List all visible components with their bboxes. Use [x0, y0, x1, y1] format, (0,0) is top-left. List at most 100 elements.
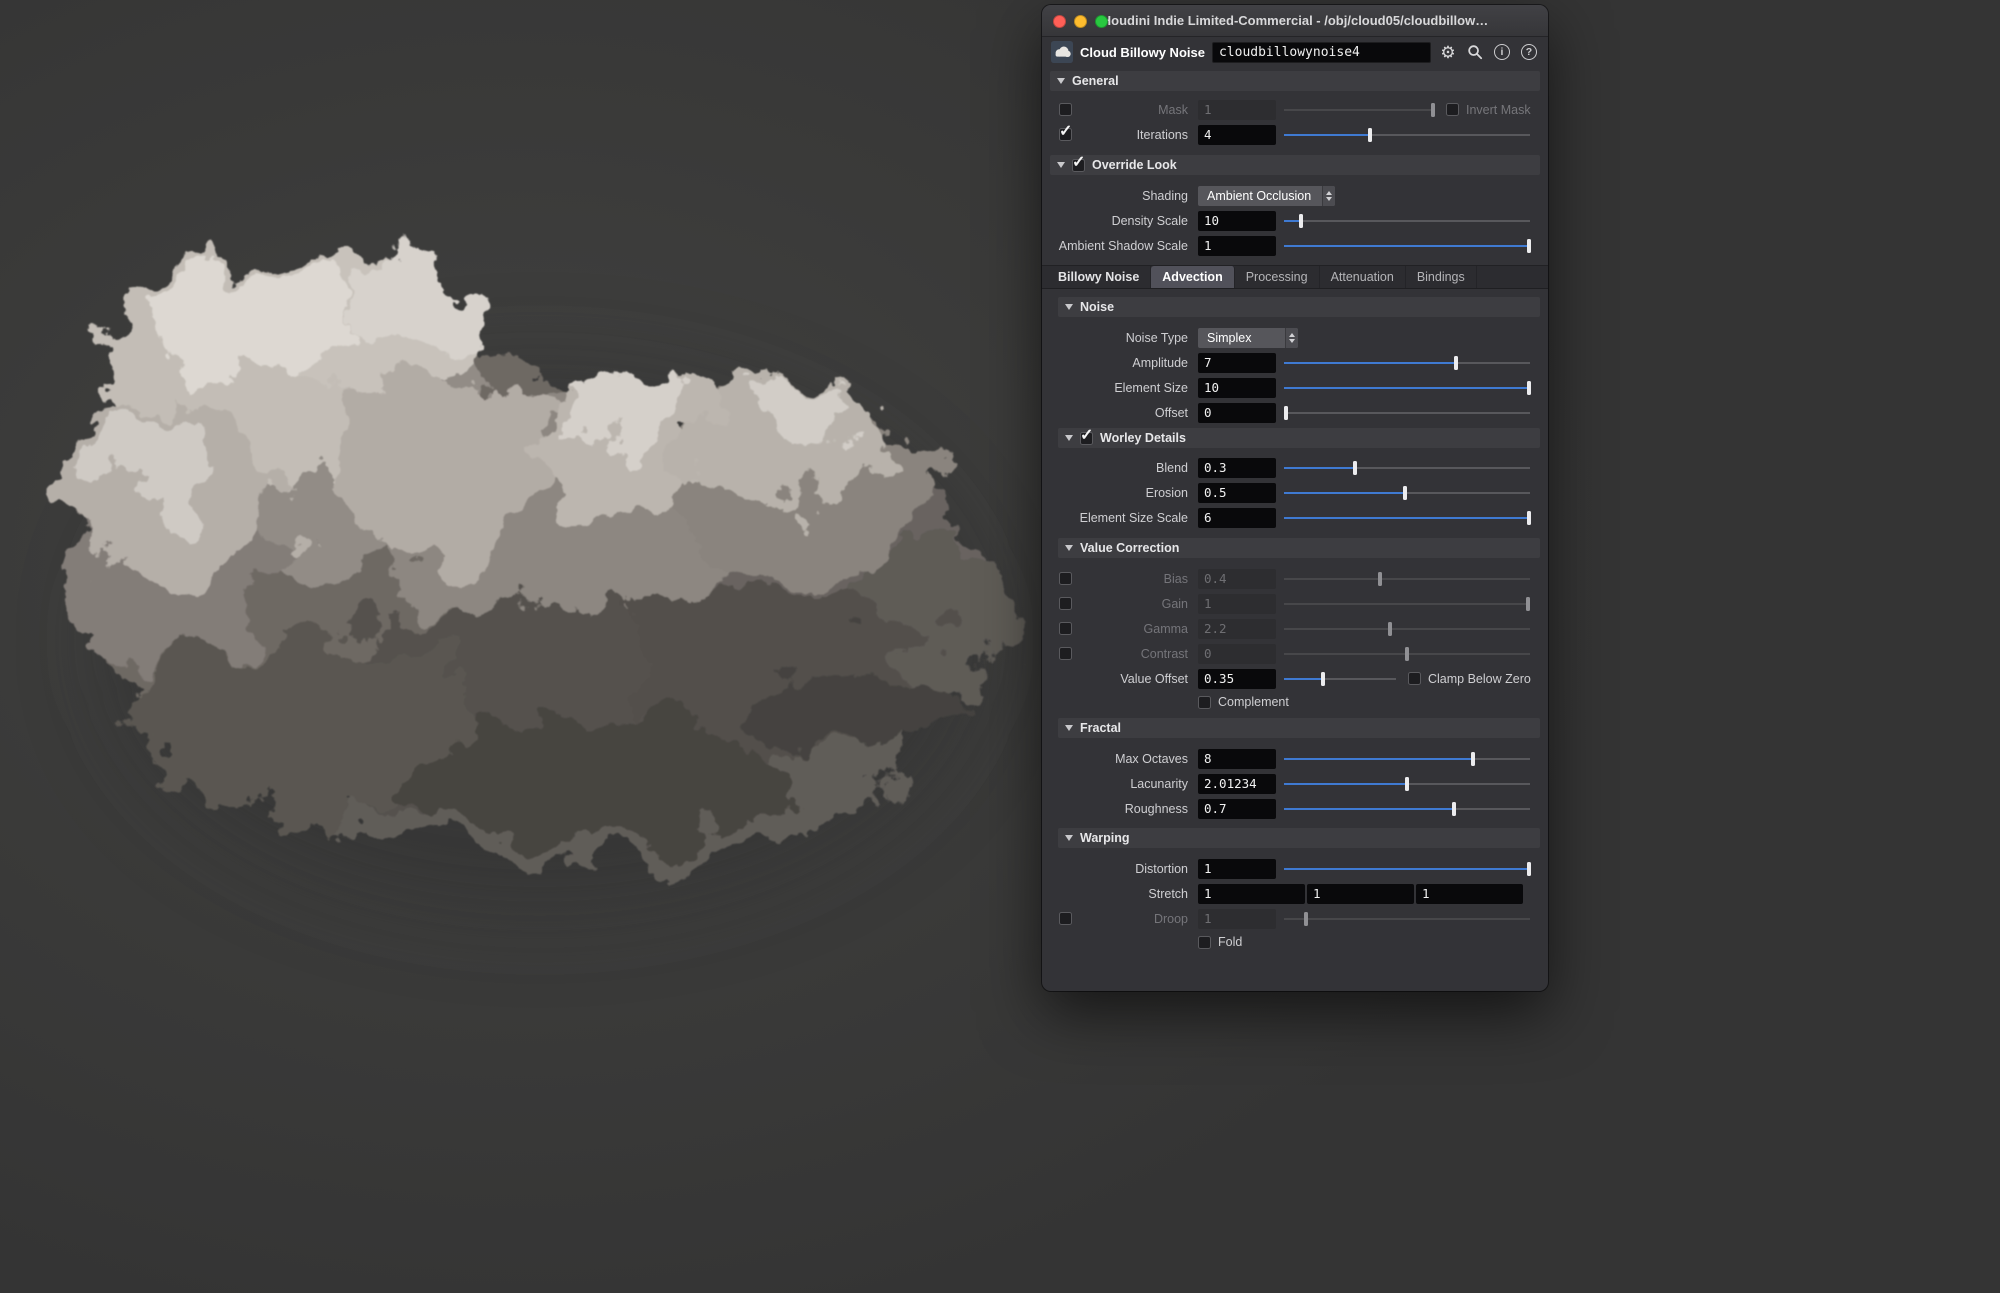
- stretch-x-field[interactable]: 1: [1198, 884, 1305, 904]
- erosion-slider[interactable]: [1284, 483, 1530, 503]
- droop-field[interactable]: 1: [1198, 909, 1276, 929]
- amplitude-slider[interactable]: [1284, 353, 1530, 373]
- bias-field[interactable]: 0.4: [1198, 569, 1276, 589]
- shading-dropdown[interactable]: Ambient Occlusion: [1198, 186, 1335, 206]
- value-offset-field[interactable]: 0.35: [1198, 669, 1276, 689]
- gain-field[interactable]: 1: [1198, 594, 1276, 614]
- offset-field[interactable]: 0: [1198, 403, 1276, 423]
- element-size-scale-field[interactable]: 6: [1198, 508, 1276, 528]
- element-size-scale-slider[interactable]: [1284, 508, 1530, 528]
- gain-label: Gain: [1073, 597, 1188, 611]
- gamma-field[interactable]: 2.2: [1198, 619, 1276, 639]
- collapse-triangle-icon: [1065, 304, 1073, 310]
- info-button[interactable]: i: [1492, 42, 1512, 62]
- ambient-shadow-scale-field[interactable]: 1: [1198, 236, 1276, 256]
- droop-enable-checkbox[interactable]: [1059, 912, 1072, 925]
- close-window-button[interactable]: [1053, 15, 1066, 28]
- gamma-slider[interactable]: [1284, 619, 1530, 639]
- iterations-enable-checkbox[interactable]: [1059, 128, 1072, 141]
- offset-slider[interactable]: [1284, 403, 1530, 423]
- lacunarity-field[interactable]: 2.01234: [1198, 774, 1276, 794]
- iterations-field[interactable]: 4: [1198, 125, 1276, 145]
- section-override-look[interactable]: Override Look: [1050, 155, 1540, 175]
- gain-enable-checkbox[interactable]: [1059, 597, 1072, 610]
- shading-row: Shading Ambient Occlusion: [1042, 183, 1548, 208]
- blend-slider[interactable]: [1284, 458, 1530, 478]
- viewport-3d[interactable]: [0, 0, 2000, 1293]
- fold-checkbox[interactable]: [1198, 936, 1211, 949]
- bias-enable-checkbox[interactable]: [1059, 572, 1072, 585]
- gamma-label: Gamma: [1073, 622, 1188, 636]
- stretch-z-field[interactable]: 1: [1416, 884, 1523, 904]
- collapse-triangle-icon: [1057, 78, 1065, 84]
- collapse-triangle-icon: [1065, 725, 1073, 731]
- mask-label: Mask: [1073, 103, 1188, 117]
- ambient-shadow-scale-slider[interactable]: [1284, 236, 1530, 256]
- mask-slider[interactable]: [1284, 100, 1434, 120]
- cloud-node-icon: [1051, 41, 1073, 63]
- help-button[interactable]: ?: [1519, 42, 1539, 62]
- complement-checkbox[interactable]: [1198, 696, 1211, 709]
- invert-mask-checkbox[interactable]: [1446, 103, 1459, 116]
- mask-enable-checkbox[interactable]: [1059, 103, 1072, 116]
- iterations-label: Iterations: [1073, 128, 1188, 142]
- gear-menu-button[interactable]: ⚙: [1438, 42, 1458, 62]
- window-titlebar[interactable]: Houdini Indie Limited-Commercial - /obj/…: [1042, 5, 1548, 37]
- collapse-triangle-icon: [1057, 162, 1065, 168]
- override-look-checkbox[interactable]: [1072, 159, 1085, 172]
- element-size-slider[interactable]: [1284, 378, 1530, 398]
- bias-slider[interactable]: [1284, 569, 1530, 589]
- value-offset-slider[interactable]: [1284, 669, 1396, 689]
- gain-slider[interactable]: [1284, 594, 1530, 614]
- contrast-enable-checkbox[interactable]: [1059, 647, 1072, 660]
- roughness-field[interactable]: 0.7: [1198, 799, 1276, 819]
- distortion-slider[interactable]: [1284, 859, 1530, 879]
- tab-billowy-noise[interactable]: Billowy Noise: [1047, 266, 1151, 288]
- clamp-below-zero-checkbox[interactable]: [1408, 672, 1421, 685]
- tab-bindings[interactable]: Bindings: [1406, 266, 1477, 288]
- info-icon: i: [1494, 44, 1510, 60]
- tab-attenuation[interactable]: Attenuation: [1320, 266, 1406, 288]
- max-octaves-slider[interactable]: [1284, 749, 1530, 769]
- distortion-field[interactable]: 1: [1198, 859, 1276, 879]
- roughness-slider[interactable]: [1284, 799, 1530, 819]
- complement-row: Complement: [1042, 691, 1548, 713]
- zoom-window-button[interactable]: [1095, 15, 1108, 28]
- noise-type-dropdown[interactable]: Simplex: [1198, 328, 1298, 348]
- section-warping[interactable]: Warping: [1058, 828, 1540, 848]
- droop-slider[interactable]: [1284, 909, 1530, 929]
- contrast-field[interactable]: 0: [1198, 644, 1276, 664]
- density-scale-slider[interactable]: [1284, 211, 1530, 231]
- stretch-label: Stretch: [1073, 887, 1188, 901]
- amplitude-field[interactable]: 7: [1198, 353, 1276, 373]
- tab-advection[interactable]: Advection: [1151, 266, 1234, 288]
- element-size-field[interactable]: 10: [1198, 378, 1276, 398]
- node-name-input[interactable]: [1212, 42, 1431, 63]
- erosion-field[interactable]: 0.5: [1198, 483, 1276, 503]
- gamma-enable-checkbox[interactable]: [1059, 622, 1072, 635]
- erosion-row: Erosion 0.5: [1042, 480, 1548, 505]
- density-scale-field[interactable]: 10: [1198, 211, 1276, 231]
- blend-field[interactable]: 0.3: [1198, 458, 1276, 478]
- section-general[interactable]: General: [1050, 71, 1540, 91]
- section-fractal[interactable]: Fractal: [1058, 718, 1540, 738]
- minimize-window-button[interactable]: [1074, 15, 1087, 28]
- dropdown-arrows-icon: [1322, 186, 1335, 206]
- tab-processing[interactable]: Processing: [1235, 266, 1320, 288]
- max-octaves-field[interactable]: 8: [1198, 749, 1276, 769]
- section-value-correction[interactable]: Value Correction: [1058, 538, 1540, 558]
- search-button[interactable]: [1465, 42, 1485, 62]
- distortion-row: Distortion 1: [1042, 856, 1548, 881]
- stretch-y-field[interactable]: 1: [1307, 884, 1414, 904]
- shading-label: Shading: [1073, 189, 1188, 203]
- value-offset-row: Value Offset 0.35 Clamp Below Zero: [1042, 666, 1548, 691]
- lacunarity-slider[interactable]: [1284, 774, 1530, 794]
- stretch-row: Stretch 1 1 1: [1042, 881, 1548, 906]
- section-noise[interactable]: Noise: [1058, 297, 1540, 317]
- section-worley-details[interactable]: Worley Details: [1058, 428, 1540, 448]
- mask-field[interactable]: 1: [1198, 100, 1276, 120]
- iterations-slider[interactable]: [1284, 125, 1530, 145]
- worley-details-checkbox[interactable]: [1080, 432, 1093, 445]
- max-octaves-label: Max Octaves: [1073, 752, 1188, 766]
- contrast-slider[interactable]: [1284, 644, 1530, 664]
